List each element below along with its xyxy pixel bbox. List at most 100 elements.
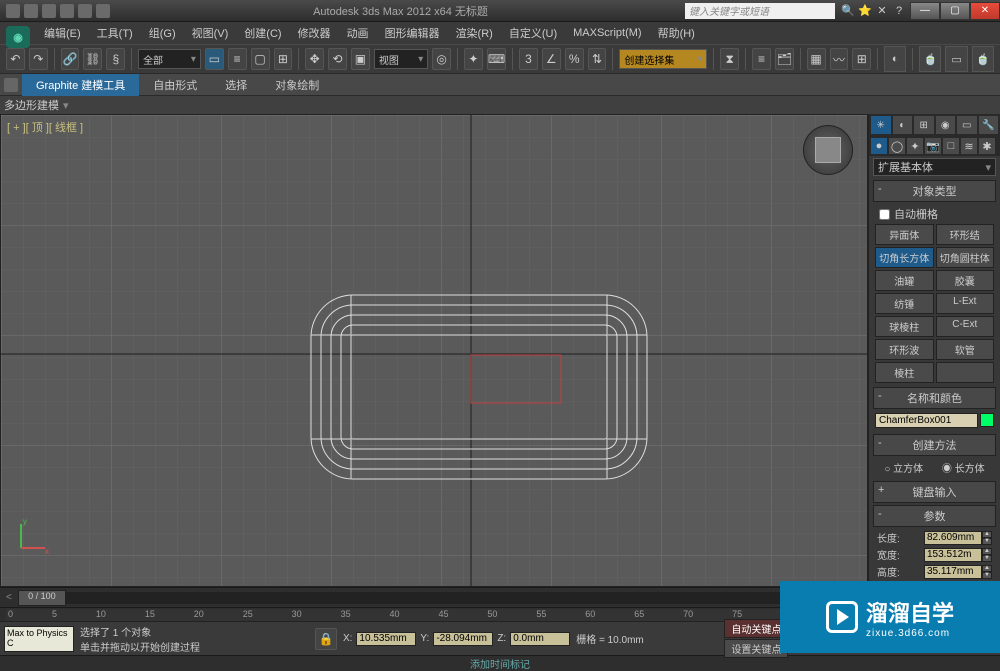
link-button[interactable]: 🔗 [61,48,80,70]
cat-spacewarps-icon[interactable]: ≋ [961,138,977,154]
ribbon-tab-modeling[interactable]: Graphite 建模工具 [22,74,139,96]
percent-snap-button[interactable]: % [565,48,584,70]
scale-button[interactable]: ▣ [351,48,370,70]
btn-chamferbox[interactable]: 切角长方体 [875,247,934,268]
material-editor-button[interactable]: ◐ [884,46,906,72]
tab-create-icon[interactable]: ✳ [871,116,891,134]
rollout-keyboard-entry[interactable]: +键盘输入 [873,481,996,503]
btn-hose[interactable]: 软管 [936,339,995,360]
lock-selection-icon[interactable]: 🔒 [315,628,337,650]
rollout-name-color[interactable]: -名称和颜色 [873,387,996,409]
mirror-button[interactable]: ⧗ [720,48,739,70]
ribbon-handle-icon[interactable] [4,78,18,92]
menu-customize[interactable]: 自定义(U) [501,22,565,44]
rollout-object-type[interactable]: -对象类型 [873,180,996,202]
ribbon-tab-freeform[interactable]: 自由形式 [139,74,211,96]
menu-help[interactable]: 帮助(H) [650,22,703,44]
menu-group[interactable]: 组(G) [141,22,184,44]
spinner-up-icon[interactable]: ▲ [982,531,992,538]
setkey-button[interactable]: 设置关键点 [724,639,788,658]
ribbon-tab-select[interactable]: 选择 [211,74,261,96]
radio-box[interactable]: ◉ 长方体 [942,460,985,475]
btn-spindle[interactable]: 纺锤 [875,293,934,314]
menu-view[interactable]: 视图(V) [184,22,237,44]
cat-shapes-icon[interactable]: ◯ [889,138,905,154]
object-name-input[interactable]: ChamferBox001 [875,413,978,428]
move-button[interactable]: ✥ [305,48,324,70]
exchange-icon[interactable]: ✕ [875,4,889,18]
window-crossing-button[interactable]: ⊞ [274,48,293,70]
maximize-button[interactable]: ▢ [940,2,970,20]
qat-undo-icon[interactable] [60,4,74,18]
time-slider-handle[interactable]: 0 / 100 [18,590,66,606]
menu-graph-editors[interactable]: 图形编辑器 [377,22,448,44]
menu-animation[interactable]: 动画 [339,22,377,44]
autogrid-checkbox[interactable] [879,209,890,220]
tab-utilities-icon[interactable]: 🔧 [979,116,999,134]
search-icon[interactable]: 🔍 [841,4,855,18]
align-button[interactable]: ≡ [752,48,771,70]
width-spinner[interactable]: 153.512m [924,548,982,562]
qat-redo-icon[interactable] [78,4,92,18]
tab-modify-icon[interactable]: ◐ [893,116,913,134]
x-input[interactable]: 10.535mm [356,632,416,646]
named-sel-set-dropdown[interactable]: 创建选择集 [619,49,707,69]
viewport-label[interactable]: [ + ][ 顶 ][ 线框 ] [7,119,83,135]
cat-cameras-icon[interactable]: 📷 [925,138,941,154]
rollout-parameters[interactable]: -参数 [873,505,996,527]
menu-tools[interactable]: 工具(T) [89,22,141,44]
tab-display-icon[interactable]: ▭ [957,116,977,134]
menu-modifiers[interactable]: 修改器 [290,22,339,44]
app-menu-icon[interactable]: ◉ [6,26,30,48]
graphite-toggle-button[interactable]: ▦ [807,48,826,70]
btn-chamfercyl[interactable]: 切角圆柱体 [936,247,995,268]
tab-motion-icon[interactable]: ◉ [936,116,956,134]
select-button[interactable]: ▭ [205,48,224,70]
manipulate-button[interactable]: ✦ [464,48,483,70]
viewcube[interactable] [803,125,853,175]
curve-editor-button[interactable]: 〰 [830,48,849,70]
menu-create[interactable]: 创建(C) [236,22,289,44]
cat-geometry-icon[interactable]: ● [871,138,887,154]
btn-cext[interactable]: C-Ext [936,316,995,337]
btn-hedra[interactable]: 异面体 [875,224,934,245]
render-setup-button[interactable]: 🍵 [919,46,941,72]
rollout-creation-method[interactable]: -创建方法 [873,434,996,456]
height-spinner[interactable]: 35.117mm [924,565,982,579]
spinner-snap-button[interactable]: ⇅ [588,48,607,70]
rendered-frame-button[interactable]: ▭ [945,46,967,72]
y-input[interactable]: -28.094mm [433,632,493,646]
radio-cube[interactable]: ○ 立方体 [884,460,923,475]
angle-snap-button[interactable]: ∠ [542,48,561,70]
geometry-category-dropdown[interactable]: 扩展基本体 [873,158,996,176]
btn-prism[interactable]: 棱柱 [875,362,934,383]
btn-oiltank[interactable]: 油罐 [875,270,934,291]
menu-maxscript[interactable]: MAXScript(M) [565,24,649,42]
qat-new-icon[interactable] [6,4,20,18]
cat-helpers-icon[interactable]: □ [943,138,959,154]
bind-spacewarp-button[interactable]: § [106,48,125,70]
btn-ringwave[interactable]: 环形波 [875,339,934,360]
length-spinner[interactable]: 82.609mm [924,531,982,545]
help-icon[interactable]: ? [892,4,906,18]
maxscript-listener[interactable]: Max to Physics C [4,626,74,652]
object-color-swatch[interactable] [980,413,994,427]
close-button[interactable]: ✕ [970,2,1000,20]
spinner-down-icon[interactable]: ▼ [982,538,992,545]
rotate-button[interactable]: ⟲ [328,48,347,70]
ribbon-panel-polymodel[interactable]: 多边形建模 [0,96,1000,114]
render-button[interactable]: 🍵 [972,46,994,72]
tab-hierarchy-icon[interactable]: ⊞ [914,116,934,134]
pivot-center-button[interactable]: ◎ [432,48,451,70]
undo-button[interactable]: ↶ [6,48,25,70]
cat-systems-icon[interactable]: ✱ [979,138,995,154]
z-input[interactable]: 0.0mm [510,632,570,646]
btn-lext[interactable]: L-Ext [936,293,995,314]
btn-gengon[interactable]: 球棱柱 [875,316,934,337]
minimize-button[interactable]: — [910,2,940,20]
ribbon-tab-objpaint[interactable]: 对象绘制 [261,74,333,96]
cat-lights-icon[interactable]: ✦ [907,138,923,154]
btn-capsule[interactable]: 胶囊 [936,270,995,291]
select-region-button[interactable]: ▢ [251,48,270,70]
select-by-name-button[interactable]: ≡ [228,48,247,70]
